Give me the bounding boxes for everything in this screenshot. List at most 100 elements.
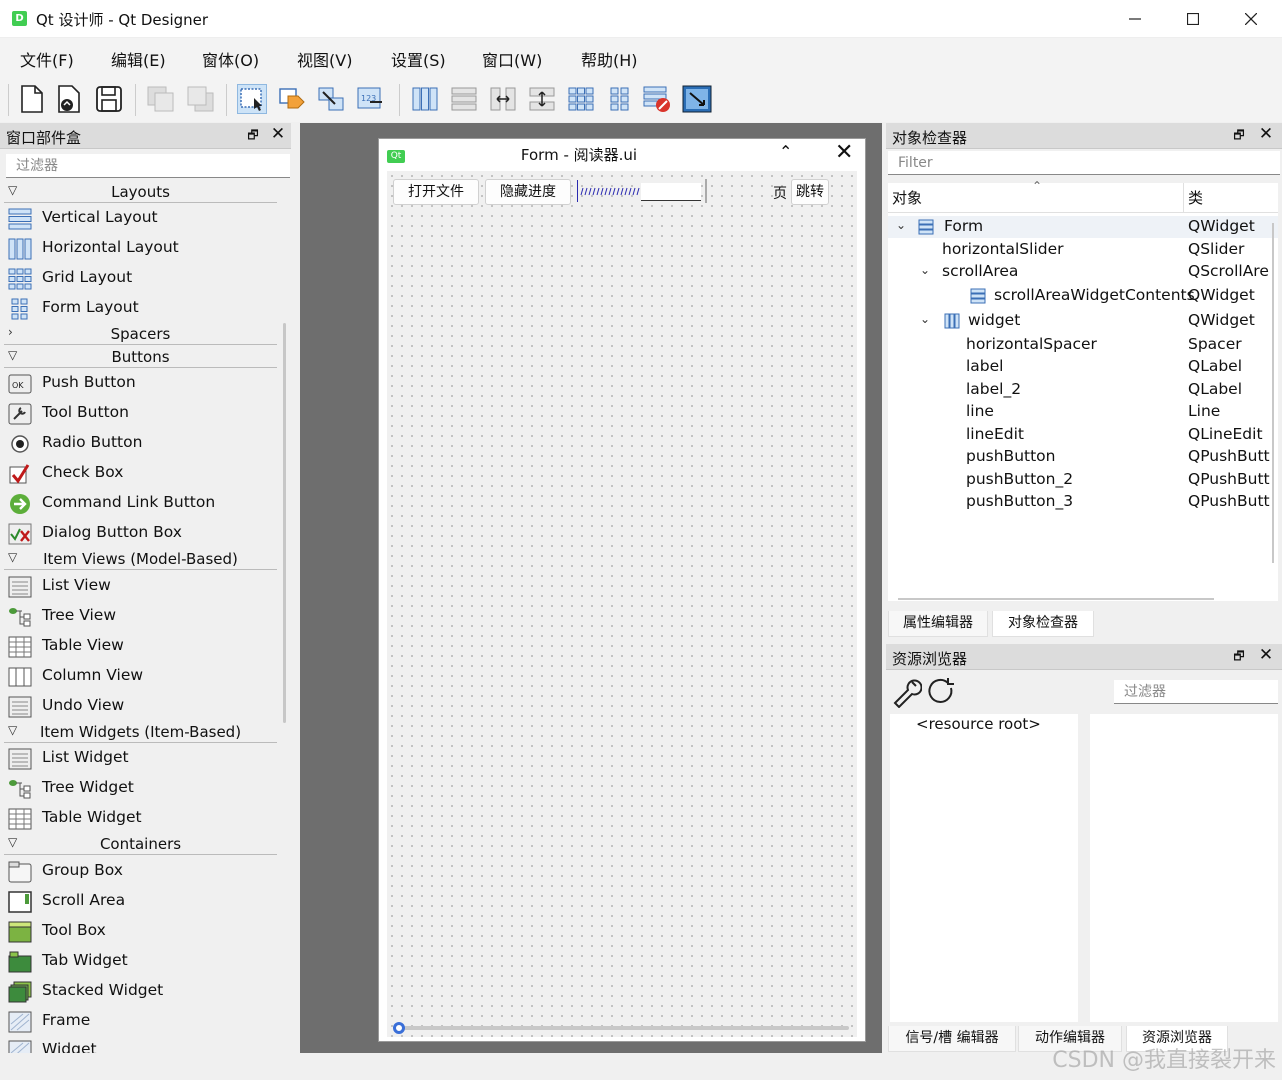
- resource-filter-input[interactable]: 过滤器: [1114, 680, 1278, 704]
- widget-filter-input[interactable]: 过滤器: [6, 154, 290, 178]
- lay-out-form-icon[interactable]: [605, 84, 635, 114]
- widget-frame[interactable]: Frame: [6, 1008, 276, 1036]
- category-spacers[interactable]: › Spacers: [4, 325, 277, 345]
- reload-button[interactable]: [926, 676, 958, 708]
- tab-signal-slot-editor[interactable]: 信号/槽 编辑器: [888, 1026, 1016, 1052]
- widget-check-box[interactable]: Check Box: [6, 460, 276, 488]
- widget-list-widget[interactable]: List Widget: [6, 745, 276, 773]
- dock-float-icon[interactable]: 🗗: [1232, 128, 1246, 142]
- close-button[interactable]: [1222, 0, 1280, 38]
- object-tree[interactable]: 对象 ⌃ 类 ⌄ Form QWidget horizontalSlider Q…: [888, 179, 1278, 601]
- widget-grid-layout[interactable]: Grid Layout: [6, 265, 276, 293]
- open-file-button[interactable]: 打开文件: [393, 179, 479, 205]
- widget-stacked-widget[interactable]: Stacked Widget: [6, 978, 276, 1006]
- tree-row[interactable]: pushButton QPushButt: [888, 446, 1278, 468]
- horizontal-splitter-icon[interactable]: [488, 84, 518, 114]
- category-item-views[interactable]: ▽ Item Views (Model-Based): [4, 550, 277, 570]
- widget-tab-widget[interactable]: Tab Widget: [6, 948, 276, 976]
- edit-resources-button[interactable]: [890, 676, 923, 709]
- tree-row[interactable]: scrollAreaWidgetContents QWidget: [888, 285, 1278, 307]
- lay-out-horizontally-icon[interactable]: [410, 84, 440, 114]
- menu-view[interactable]: 视图(V): [297, 47, 352, 71]
- widget-dialog-button-box[interactable]: Dialog Button Box: [6, 520, 276, 548]
- tab-object-inspector[interactable]: 对象检查器: [992, 611, 1094, 637]
- slider-handle[interactable]: [393, 1022, 405, 1034]
- tree-row[interactable]: line Line: [888, 401, 1278, 423]
- tree-row[interactable]: ⌄ widget QWidget: [888, 310, 1278, 332]
- resource-list[interactable]: [1090, 714, 1278, 1022]
- tree-row[interactable]: pushButton_3 QPushButt: [888, 491, 1278, 513]
- widget-radio-button[interactable]: Radio Button: [6, 430, 276, 458]
- edit-widgets-icon[interactable]: [237, 84, 267, 114]
- widget-push-button[interactable]: OK Push Button: [6, 370, 276, 398]
- minimize-button[interactable]: [1106, 0, 1164, 38]
- object-filter-input[interactable]: Filter: [888, 151, 1280, 175]
- form-window[interactable]: Qt Form - 阅读器.ui ⌃ ✕ 打开文件 隐藏进度 页 跳转: [378, 138, 866, 1042]
- widget-tree-widget[interactable]: Tree Widget: [6, 775, 276, 803]
- bring-to-front-icon[interactable]: [186, 84, 216, 114]
- widget-box-scrollbar[interactable]: [283, 323, 286, 723]
- menu-help[interactable]: 帮助(H): [581, 47, 638, 71]
- maximize-button[interactable]: [1164, 0, 1222, 38]
- widget-list-view[interactable]: List View: [6, 573, 276, 601]
- widget-horizontal-layout[interactable]: Horizontal Layout: [6, 235, 276, 263]
- tab-property-editor[interactable]: 属性编辑器: [888, 611, 988, 637]
- lay-out-grid-icon[interactable]: [566, 84, 596, 114]
- tree-row[interactable]: label_2 QLabel: [888, 379, 1278, 401]
- tree-row[interactable]: horizontalSlider QSlider: [888, 239, 1278, 261]
- break-layout-icon[interactable]: [642, 84, 672, 114]
- category-layouts[interactable]: ▽ Layouts: [4, 183, 277, 203]
- vertical-splitter-icon[interactable]: [527, 84, 557, 114]
- widget-command-link-button[interactable]: Command Link Button: [6, 490, 276, 518]
- new-file-icon[interactable]: [17, 84, 47, 114]
- dock-close-icon[interactable]: ✕: [270, 125, 286, 143]
- resource-tree[interactable]: <resource root>: [890, 714, 1078, 1022]
- horizontal-scrollbar[interactable]: [898, 598, 1214, 600]
- dock-float-icon[interactable]: 🗗: [1232, 649, 1246, 663]
- widget-vertical-layout[interactable]: Vertical Layout: [6, 205, 276, 233]
- tree-row[interactable]: lineEdit QLineEdit: [888, 424, 1278, 446]
- menu-window[interactable]: 窗口(W): [482, 47, 542, 71]
- widget-undo-view[interactable]: Undo View: [6, 693, 276, 721]
- widget-tool-box[interactable]: Tool Box: [6, 918, 276, 946]
- save-icon[interactable]: [94, 84, 124, 114]
- widget-scroll-area[interactable]: Scroll Area: [6, 888, 276, 916]
- tree-row[interactable]: ⌄ scrollArea QScrollAre: [888, 261, 1278, 283]
- form-title-bar[interactable]: Qt Form - 阅读器.ui ⌃ ✕: [379, 139, 865, 169]
- menu-form[interactable]: 窗体(O): [202, 47, 259, 71]
- form-close-icon[interactable]: ✕: [835, 140, 853, 165]
- chevron-up-icon[interactable]: ⌃: [779, 142, 792, 161]
- adjust-size-icon[interactable]: [682, 84, 712, 114]
- page-line-edit[interactable]: [641, 183, 701, 201]
- dock-close-icon[interactable]: ✕: [1258, 646, 1274, 664]
- widget-form-layout[interactable]: Form Layout: [6, 295, 276, 323]
- edit-tab-order-icon[interactable]: 123: [356, 84, 386, 114]
- widget-column-view[interactable]: Column View: [6, 663, 276, 691]
- resource-root-item[interactable]: <resource root>: [916, 715, 1041, 733]
- dock-float-icon[interactable]: 🗗: [246, 128, 260, 142]
- category-buttons[interactable]: ▽ Buttons: [4, 348, 277, 368]
- vertical-scrollbar[interactable]: [1272, 223, 1274, 563]
- tree-row[interactable]: label QLabel: [888, 356, 1278, 378]
- widget-group-box[interactable]: Group Box: [6, 858, 276, 886]
- menu-settings[interactable]: 设置(S): [391, 47, 446, 71]
- tree-row[interactable]: pushButton_2 QPushButt: [888, 469, 1278, 491]
- lay-out-vertically-icon[interactable]: [449, 84, 479, 114]
- open-file-icon[interactable]: [54, 84, 84, 114]
- jump-button[interactable]: 跳转: [791, 179, 829, 205]
- column-header-class[interactable]: 类: [1184, 183, 1278, 213]
- edit-signals-slots-icon[interactable]: [316, 84, 346, 114]
- horizontal-slider[interactable]: [391, 1022, 851, 1034]
- tree-row[interactable]: horizontalSpacer Spacer: [888, 334, 1278, 356]
- category-containers[interactable]: ▽ Containers: [4, 835, 277, 855]
- widget-table-view[interactable]: Table View: [6, 633, 276, 661]
- widget-tree-view[interactable]: Tree View: [6, 603, 276, 631]
- widget-widget[interactable]: Widget: [6, 1037, 276, 1053]
- widget-tool-button[interactable]: Tool Button: [6, 400, 276, 428]
- bring-to-back-icon[interactable]: [146, 84, 176, 114]
- menu-file[interactable]: 文件(F): [20, 47, 74, 71]
- edit-buddies-icon[interactable]: [277, 84, 307, 114]
- dock-close-icon[interactable]: ✕: [1258, 125, 1274, 143]
- menu-edit[interactable]: 编辑(E): [111, 47, 166, 71]
- category-item-widgets[interactable]: ▽ Item Widgets (Item-Based): [4, 723, 277, 743]
